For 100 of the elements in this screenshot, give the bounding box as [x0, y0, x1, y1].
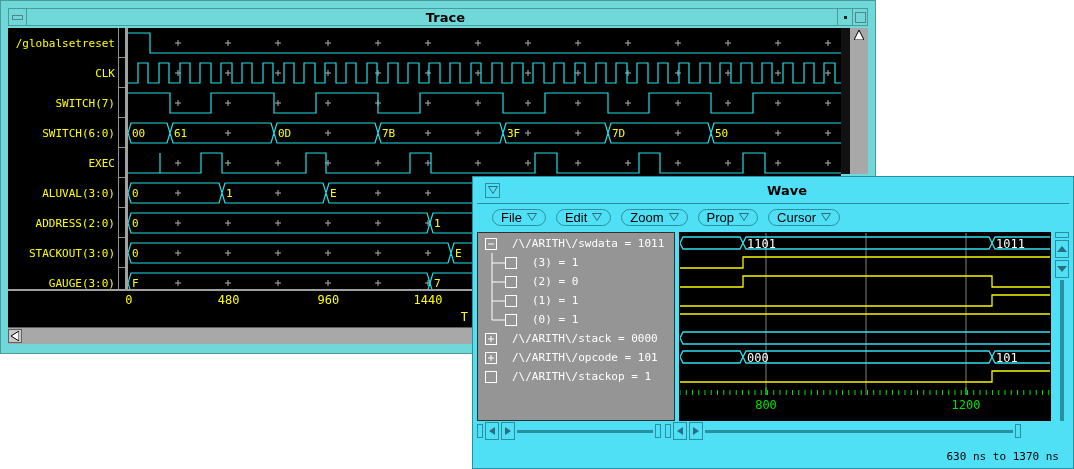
- square-icon[interactable]: [505, 256, 517, 269]
- signal-name[interactable]: SWITCH(7): [55, 96, 115, 110]
- menu-button[interactable]: Edit: [555, 208, 612, 226]
- plus-marker: [374, 69, 382, 77]
- plus-marker: [274, 189, 282, 197]
- menu-button[interactable]: Prop: [697, 208, 759, 226]
- plus-marker: [224, 159, 232, 167]
- bus-value: E: [455, 247, 462, 260]
- plus-marker: [424, 159, 432, 167]
- square-icon[interactable]: [505, 275, 517, 288]
- scroll-right-button[interactable]: [689, 422, 703, 440]
- plus-marker: [324, 159, 332, 167]
- plus-marker: [274, 69, 282, 77]
- scroll-left-button[interactable]: [8, 329, 22, 344]
- signal-name[interactable]: GAUGE(3:0): [48, 276, 115, 290]
- plus-marker: [374, 249, 382, 257]
- bus-value: 7: [434, 277, 441, 290]
- bus-value: 0D: [278, 127, 292, 140]
- plus-marker: [274, 39, 282, 47]
- square-icon[interactable]: [485, 370, 497, 383]
- plus-marker: [674, 99, 682, 107]
- plus-marker: [474, 99, 482, 107]
- menu-button[interactable]: Zoom: [621, 208, 688, 226]
- plus-marker: [324, 99, 332, 107]
- axis-label: T: [460, 310, 469, 325]
- plus-marker: [574, 39, 582, 47]
- tree-line: [491, 253, 505, 272]
- plus-marker: [424, 189, 432, 197]
- window-title: Trace: [425, 9, 465, 25]
- bus-value: 61: [174, 127, 188, 140]
- plus-marker: [224, 69, 232, 77]
- plus-marker: [424, 129, 432, 137]
- signal-name[interactable]: SWITCH(6:0): [42, 126, 115, 140]
- signal-name[interactable]: EXEC: [88, 156, 115, 170]
- plus-marker: [274, 219, 282, 227]
- plus-marker: [174, 39, 182, 47]
- window-title: Wave: [767, 182, 807, 198]
- plus-marker: [624, 69, 632, 77]
- bus-value: 3F: [507, 127, 521, 140]
- bus-value: 101: [996, 351, 1018, 365]
- plus-marker: [724, 159, 732, 167]
- square-icon[interactable]: [505, 313, 517, 326]
- plus-marker: [674, 39, 682, 47]
- window-menu-button[interactable]: [485, 182, 500, 198]
- ruler-label: 1200: [951, 398, 981, 412]
- up-arrow-icon: [854, 30, 864, 40]
- bus-value: 0: [132, 187, 139, 200]
- plus-marker: [224, 249, 232, 257]
- signal-name[interactable]: ALUVAL(3:0): [42, 186, 115, 200]
- scrollbar-track[interactable]: [705, 429, 1013, 433]
- caret-icon: [739, 213, 750, 222]
- scrollbar-track[interactable]: [517, 429, 653, 433]
- plus-marker: [824, 39, 832, 47]
- plus-marker: [224, 39, 232, 47]
- plus-marker: [274, 159, 282, 167]
- plus-marker: [324, 249, 332, 257]
- plus-marker: [324, 39, 332, 47]
- scrollbar-track[interactable]: [1060, 280, 1064, 421]
- plus-marker: [324, 279, 332, 287]
- plus-marker: [474, 129, 482, 137]
- caret-icon: [526, 213, 537, 222]
- menu-button[interactable]: Cursor: [768, 208, 841, 226]
- bus-value: 1101: [747, 237, 776, 251]
- left-arrow-icon: [11, 331, 19, 342]
- plus-marker: [174, 189, 182, 197]
- plus-marker: [624, 159, 632, 167]
- window-menu-button[interactable]: [9, 9, 27, 25]
- expand-icon[interactable]: [485, 351, 497, 364]
- expand-icon[interactable]: [485, 332, 497, 345]
- plus-marker: [674, 129, 682, 137]
- plus-marker: [624, 99, 632, 107]
- plus-marker: [524, 159, 532, 167]
- down-arrow-icon: [1057, 266, 1067, 272]
- signal-name[interactable]: ADDRESS(2:0): [35, 216, 115, 230]
- bus-value: F: [132, 277, 139, 290]
- square-icon[interactable]: [505, 294, 517, 307]
- axis-tick-label: 480: [217, 293, 240, 308]
- plus-marker: [574, 129, 582, 137]
- plus-marker: [724, 39, 732, 47]
- square-icon: [854, 11, 866, 23]
- collapse-icon[interactable]: [485, 237, 497, 250]
- scrollbar-track[interactable]: [841, 28, 868, 174]
- axis-tick-label: 0: [125, 293, 133, 308]
- plus-marker: [174, 69, 182, 77]
- bus-value: 0: [132, 217, 139, 230]
- plus-marker: [374, 159, 382, 167]
- plus-marker: [374, 39, 382, 47]
- scroll-down-button[interactable]: [1055, 260, 1069, 278]
- plus-marker: [474, 69, 482, 77]
- plus-marker: [174, 279, 182, 287]
- bus-value: 1: [226, 187, 233, 200]
- signal-name[interactable]: STACKOUT(3:0): [28, 246, 115, 260]
- signal-name[interactable]: /globalsetreset: [15, 36, 115, 50]
- scroll-up-button[interactable]: [1055, 240, 1069, 258]
- scroll-right-button[interactable]: [501, 422, 515, 440]
- plus-marker: [374, 219, 382, 227]
- plus-marker: [774, 39, 782, 47]
- bus-value: 7D: [612, 127, 626, 140]
- menu-button[interactable]: File: [492, 208, 546, 226]
- signal-name[interactable]: CLK: [95, 66, 115, 80]
